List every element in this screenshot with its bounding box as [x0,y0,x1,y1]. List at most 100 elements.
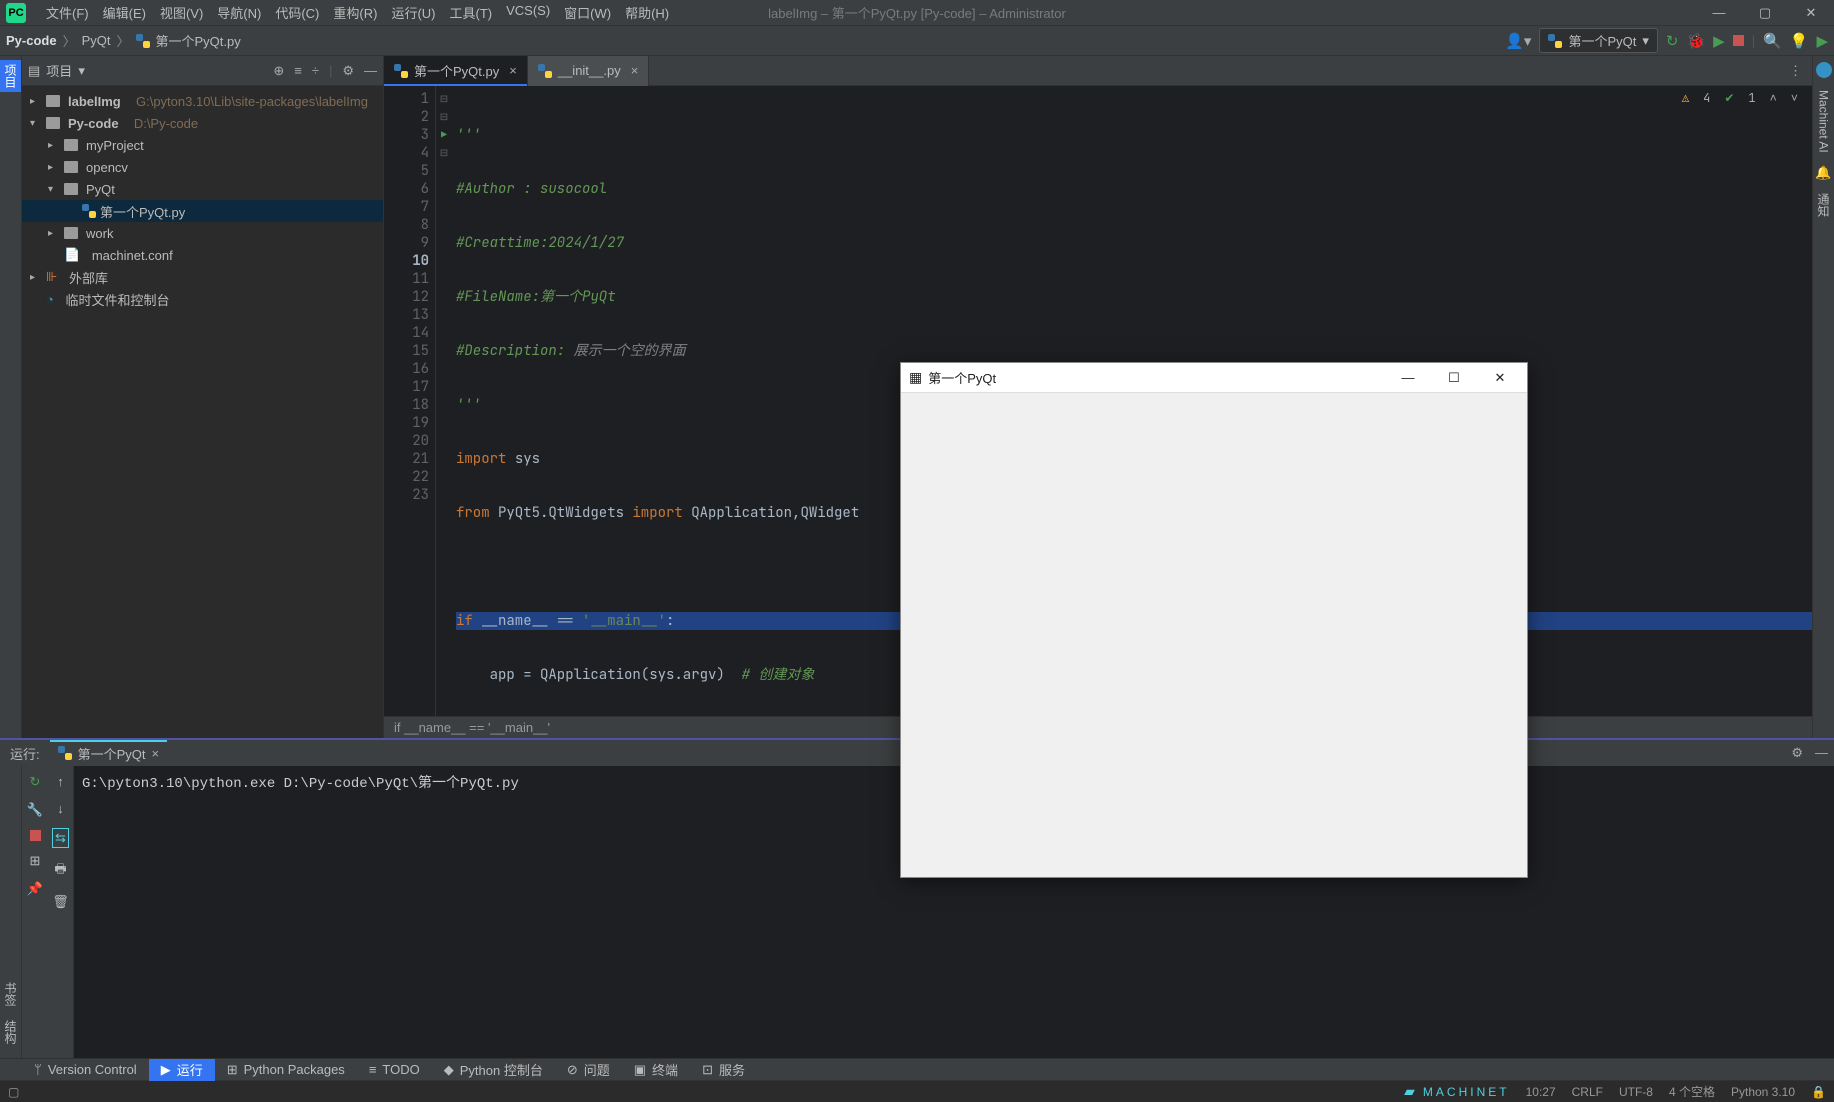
target-icon[interactable]: ⊕ [273,63,284,79]
stop-icon[interactable] [1733,35,1744,46]
run-tab[interactable]: 第一个PyQt × [50,740,168,766]
fold-column[interactable]: ⊟⊟▶⊟ [436,86,452,716]
stop-icon[interactable] [30,830,41,841]
down-icon[interactable]: ↓ [57,801,64,816]
vcs-button[interactable]: ᛘVersion Control [22,1059,149,1081]
hide-icon[interactable]: — [364,63,377,79]
print-icon[interactable]: 🖶 [54,860,66,882]
branch-icon: ᛘ [34,1062,42,1077]
qt-maximize-button[interactable]: ☐ [1431,363,1477,393]
menu-file[interactable]: 文件(F) [40,1,95,24]
crumb-folder[interactable]: PyQt [82,33,111,48]
up-icon[interactable]: ˄ [1770,90,1777,106]
structure-button[interactable]: 结构 [2,1020,19,1044]
close-tab-icon[interactable]: × [509,63,517,78]
run-coverage-icon[interactable]: ▶ [1713,32,1725,50]
close-button[interactable]: ✕ [1788,0,1834,26]
python-icon [394,64,408,78]
chevron-down-icon: ▾ [1642,33,1649,49]
menu-edit[interactable]: 编辑(E) [97,1,152,24]
crumb-file[interactable]: 第一个PyQt.py [156,31,241,50]
tree-item-current-file[interactable]: 第一个PyQt.py [22,200,383,222]
rerun-icon[interactable]: ↻ [30,774,41,790]
up-icon[interactable]: ↑ [57,774,64,789]
menu-tools[interactable]: 工具(T) [443,1,498,24]
qt-minimize-button[interactable]: — [1385,363,1431,393]
search-icon[interactable]: 🔍 [1763,32,1782,50]
bookmarks-button[interactable]: 书签 [2,982,19,1006]
console-button[interactable]: ◆Python 控制台 [432,1059,555,1081]
inspection-hints[interactable]: ⚠4 ✔1 ˄ ˅ [1682,90,1798,106]
terminal-button[interactable]: ▣终端 [622,1059,690,1081]
collapse-icon[interactable]: ÷ [312,63,319,79]
run-config-select[interactable]: 第一个PyQt ▾ [1539,28,1657,53]
chevron-down-icon[interactable]: ▾ [78,63,85,79]
editor-tab-active[interactable]: 第一个PyQt.py × [384,56,528,86]
warning-icon: ⊘ [567,1062,578,1078]
softwrap-icon[interactable]: ⇆ [52,828,69,848]
status-encoding[interactable]: UTF-8 [1619,1085,1653,1099]
menu-run[interactable]: 运行(U) [385,1,441,24]
crumb-root[interactable]: Py-code [6,33,57,48]
machinet-logo[interactable]: ▰MACHINET [1404,1083,1509,1100]
menu-view[interactable]: 视图(V) [154,1,209,24]
debug-icon[interactable]: 🐞 [1686,32,1705,50]
run-config-name: 第一个PyQt [1568,31,1636,50]
menu-window[interactable]: 窗口(W) [558,1,617,24]
chevron-right-icon: 〉 [117,31,130,50]
pyqt-app-window[interactable]: ▦ 第一个PyQt — ☐ ✕ [900,362,1528,878]
sidebar-title: 项目 [46,61,72,80]
rerun-icon[interactable]: ↻ [1666,32,1679,50]
editor-tab[interactable]: __init__.py × [528,56,649,86]
expand-icon[interactable]: ≡ [294,63,302,79]
left-tool-strip: 项目 [0,56,22,738]
bell-icon[interactable]: 🔔 [1815,165,1831,181]
pin-icon[interactable]: 📌 [27,881,43,897]
right-tool-strip: Machinet AI 🔔 通知 [1812,56,1834,738]
machinet-ai-button[interactable]: Machinet AI [1817,90,1831,153]
lightbulb-icon[interactable]: 💡 [1790,32,1809,50]
user-icon[interactable]: 👤▾ [1505,32,1531,50]
todo-button[interactable]: ≡TODO [357,1059,432,1081]
notifications-button[interactable]: 通知 [1815,193,1832,217]
python-icon [538,64,552,78]
problems-button[interactable]: ⊘问题 [555,1059,622,1081]
maximize-button[interactable]: ▢ [1742,0,1788,26]
status-indent[interactable]: 4 个空格 [1669,1083,1715,1100]
close-tab-icon[interactable]: × [631,63,639,78]
trash-icon[interactable]: 🗑 [52,894,69,910]
hide-icon[interactable]: — [1815,745,1828,761]
services-button[interactable]: ⊡服务 [690,1059,757,1081]
menu-code[interactable]: 代码(C) [269,1,325,24]
status-icon[interactable]: ▢ [8,1085,19,1099]
lock-icon[interactable]: 🔒 [1811,1085,1826,1099]
play-icon: ▶ [161,1062,171,1078]
play-icon[interactable]: ▶ [1816,32,1828,50]
gear-icon[interactable]: ⚙ [1791,745,1803,761]
tab-more-icon[interactable]: ⋮ [1779,63,1812,79]
menu-help[interactable]: 帮助(H) [619,1,675,24]
scratch-icon: ◔ [46,292,54,307]
project-sidebar: ▤ 项目 ▾ ⊕ ≡ ÷ | ⚙ — ▸labelImg G:\pyton3.1… [22,56,384,738]
left-tool-strip-bottom: 书签 结构 [0,766,22,1058]
status-interpreter[interactable]: Python 3.10 [1731,1085,1795,1099]
layout-icon[interactable]: ⊞ [30,853,41,869]
menu-vcs[interactable]: VCS(S) [500,1,556,24]
editor-tabs: 第一个PyQt.py × __init__.py × ⋮ [384,56,1812,86]
down-icon[interactable]: ˅ [1791,90,1798,106]
gear-icon[interactable]: ⚙ [342,63,354,79]
qt-close-button[interactable]: ✕ [1477,363,1523,393]
packages-button[interactable]: ⊞Python Packages [215,1059,357,1081]
menu-refactor[interactable]: 重构(R) [327,1,383,24]
status-line-sep[interactable]: CRLF [1572,1085,1603,1099]
machinet-badge-icon[interactable] [1816,62,1832,78]
close-tab-icon[interactable]: × [152,746,160,761]
project-tree[interactable]: ▸labelImg G:\pyton3.10\Lib\site-packages… [22,86,383,314]
minimize-button[interactable]: — [1696,0,1742,26]
services-icon: ⊡ [702,1062,713,1078]
project-tool-button[interactable]: 项目 [0,60,21,92]
menu-navigate[interactable]: 导航(N) [211,1,267,24]
status-cursor-pos[interactable]: 10:27 [1526,1085,1556,1099]
run-button[interactable]: ▶运行 [149,1059,215,1081]
wrench-icon[interactable]: 🔧 [27,802,43,818]
